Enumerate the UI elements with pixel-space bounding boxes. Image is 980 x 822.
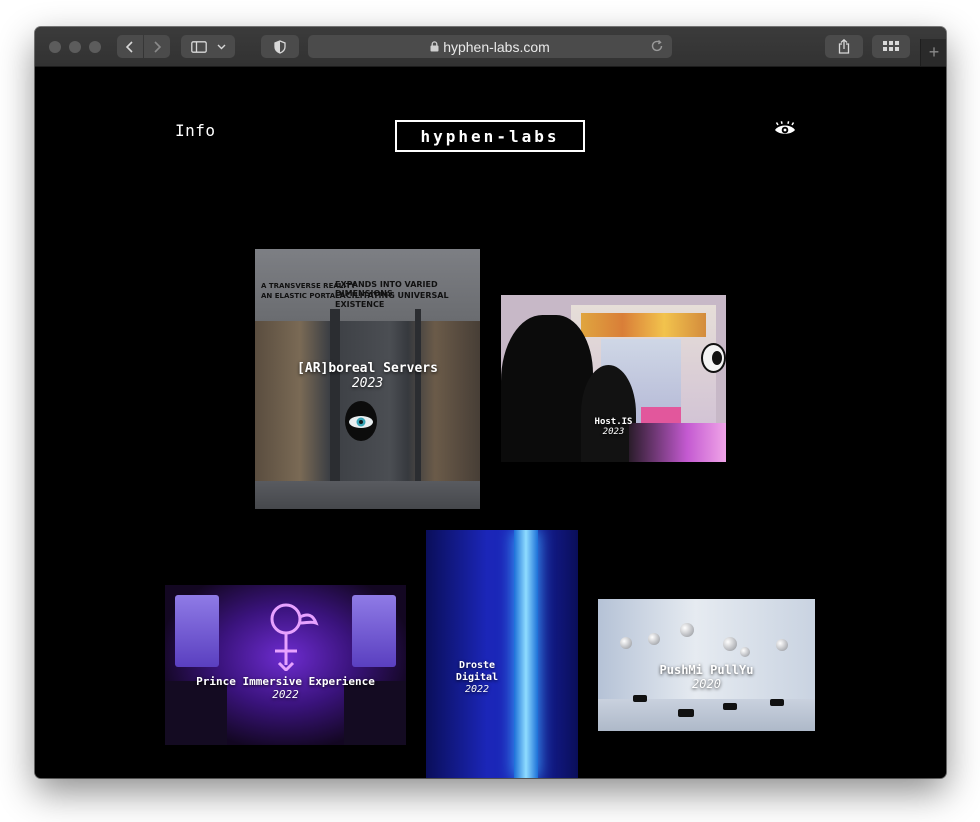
facade-text: FACILITATING UNIVERSAL EXISTENCE	[335, 291, 449, 309]
zoom-window-button[interactable]	[89, 41, 101, 53]
lock-icon	[430, 41, 439, 52]
project-card-arboreal-servers[interactable]: A TRANSVERSE REALITY AN ELASTIC PORTAL E…	[255, 249, 480, 509]
light-column	[514, 530, 538, 778]
balloon	[648, 633, 660, 645]
project-card-host-is[interactable]: Host.IS 2023	[501, 295, 726, 462]
project-title: Droste Digital	[455, 660, 499, 683]
url-text: hyphen-labs.com	[443, 38, 550, 55]
shield-icon	[274, 39, 286, 54]
building-base	[255, 481, 480, 509]
browser-window: hyphen-labs.com + Info hyphen-labs A TRA…	[35, 27, 946, 778]
sidebar-toggle-button[interactable]	[181, 35, 235, 58]
tab-overview-button[interactable]	[872, 35, 910, 58]
project-title: Prince Immersive Experience	[196, 675, 375, 688]
building-pillar	[330, 309, 340, 481]
sidebar-icon	[190, 40, 207, 53]
blue-room	[426, 530, 578, 778]
balloon	[723, 637, 737, 651]
photo-strip	[581, 313, 706, 337]
balloon	[776, 639, 788, 651]
project-title: Host.IS	[594, 417, 633, 427]
balloon	[680, 623, 694, 637]
browser-toolbar: hyphen-labs.com +	[35, 27, 946, 67]
chevron-right-icon	[154, 40, 162, 53]
building-pillar	[415, 309, 421, 481]
forward-button[interactable]	[144, 35, 170, 58]
love-symbol-icon	[270, 603, 319, 671]
project-card-prince-immersive-experience[interactable]: Prince Immersive Experience 2022	[165, 585, 406, 745]
robot-base	[723, 703, 737, 710]
reload-icon[interactable]	[650, 39, 664, 53]
privacy-report-button[interactable]	[261, 35, 299, 58]
project-title: PushMi PullYu	[659, 663, 754, 677]
display-screen	[352, 595, 396, 667]
project-year: 2022	[272, 688, 299, 701]
balloon	[620, 637, 632, 649]
visitor-silhouette	[581, 365, 636, 462]
project-year: 2023	[351, 376, 384, 391]
info-link[interactable]: Info	[175, 121, 216, 140]
robot-base	[770, 699, 784, 706]
display-screen	[175, 595, 219, 667]
new-tab-button[interactable]: +	[920, 39, 946, 66]
project-year: 2022	[464, 684, 490, 695]
share-button[interactable]	[825, 35, 863, 58]
robot-base	[633, 695, 647, 702]
chevron-left-icon	[125, 40, 133, 53]
address-bar[interactable]: hyphen-labs.com	[308, 35, 672, 58]
project-title: [AR]boreal Servers	[297, 361, 438, 376]
web-page: Info hyphen-labs A TRANSVERSE REALITY AN…	[35, 67, 946, 778]
site-logo[interactable]: hyphen-labs	[395, 120, 585, 152]
balloon	[740, 647, 750, 657]
minimize-window-button[interactable]	[69, 41, 81, 53]
back-button[interactable]	[117, 35, 143, 58]
visitor-silhouette	[501, 315, 593, 462]
storefront-windows	[255, 321, 480, 481]
project-year: 2023	[602, 427, 625, 437]
close-window-button[interactable]	[49, 41, 61, 53]
grid-icon	[883, 41, 899, 51]
facade-text: AN ELASTIC PORTAL	[261, 292, 340, 300]
project-year: 2020	[692, 677, 721, 691]
chevron-down-icon	[217, 44, 225, 49]
eye-icon[interactable]	[774, 121, 796, 137]
project-card-droste-digital[interactable]: Droste Digital 2022	[426, 530, 578, 778]
share-icon	[838, 39, 850, 54]
project-card-pushmi-pullyu[interactable]: PushMi PullYu 2020	[598, 599, 815, 731]
robot-base	[678, 709, 694, 717]
eye-pupil	[712, 351, 722, 365]
eye-icon	[349, 416, 373, 428]
